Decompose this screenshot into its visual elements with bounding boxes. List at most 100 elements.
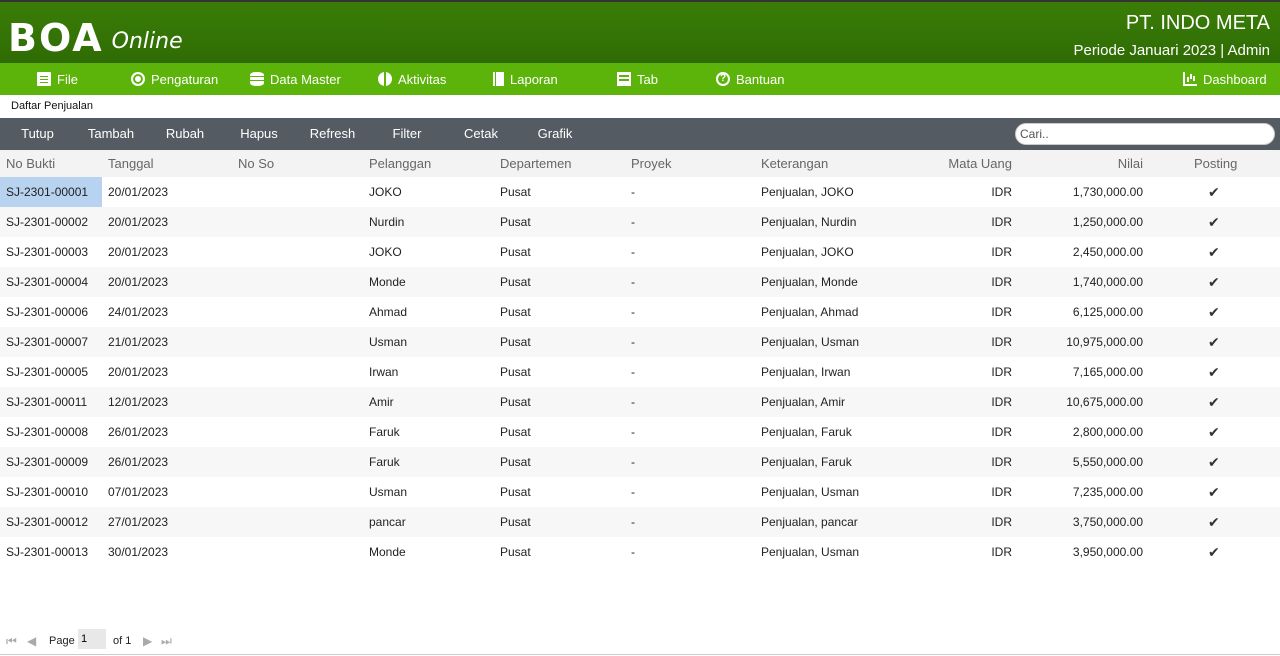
cell-no-bukti: SJ-2301-00008 xyxy=(6,425,89,439)
col-keterangan[interactable]: Keterangan xyxy=(761,150,828,177)
col-pelanggan[interactable]: Pelanggan xyxy=(369,150,431,177)
cell-nilai: 2,450,000.00 xyxy=(1072,245,1143,259)
cell-tanggal: 26/01/2023 xyxy=(108,455,169,469)
col-no-so[interactable]: No So xyxy=(238,150,274,177)
main-menu: File Pengaturan Data Master Aktivitas La… xyxy=(0,63,1280,95)
cell-no-bukti: SJ-2301-00012 xyxy=(6,515,89,529)
sales-table: No Bukti Tanggal No So Pelanggan Departe… xyxy=(0,150,1280,567)
table-row[interactable]: SJ-2301-00009 26/01/2023 Faruk Pusat - Penjua… xyxy=(0,447,1280,477)
menu-data-master[interactable]: Data Master xyxy=(250,63,341,95)
cell-no-bukti: SJ-2301-00003 xyxy=(6,245,89,259)
toolbar: Tutup Tambah Rubah Hapus Refresh Filter … xyxy=(0,118,1280,150)
cell-mata-uang: IDR xyxy=(991,395,1012,409)
table-row[interactable]: SJ-2301-00013 30/01/2023 Monde Pusat - Penjua… xyxy=(0,537,1280,567)
gear-icon xyxy=(131,72,145,86)
menu-label: Dashboard xyxy=(1203,71,1267,87)
cell-tanggal: 21/01/2023 xyxy=(108,335,169,349)
table-row[interactable]: SJ-2301-00004 20/01/2023 Monde Pusat - Penjua… xyxy=(0,267,1280,297)
logo-subtitle: Online xyxy=(111,29,183,54)
cell-proyek: - xyxy=(631,425,635,439)
col-proyek[interactable]: Proyek xyxy=(631,150,671,177)
col-nilai[interactable]: Nilai xyxy=(1030,150,1143,177)
cell-nilai: 5,550,000.00 xyxy=(1072,455,1143,469)
refresh-button[interactable]: Refresh xyxy=(305,118,360,150)
book-icon xyxy=(493,72,504,86)
cell-pelanggan: JOKO xyxy=(369,245,402,259)
cell-nilai: 10,975,000.00 xyxy=(1066,335,1143,349)
cell-keterangan: Penjualan, Usman xyxy=(761,485,860,499)
globe-icon xyxy=(378,72,392,86)
page-number-input[interactable] xyxy=(78,629,106,649)
menu-label: Bantuan xyxy=(736,71,785,87)
posted-check-icon: ✔ xyxy=(1208,454,1220,470)
rubah-button[interactable]: Rubah xyxy=(160,118,210,150)
posted-check-icon: ✔ xyxy=(1208,304,1220,320)
cell-keterangan: Penjualan, JOKO xyxy=(761,245,854,259)
table-row[interactable]: SJ-2301-00002 20/01/2023 Nurdin Pusat - Penju… xyxy=(0,207,1280,237)
table-row[interactable]: SJ-2301-00006 24/01/2023 Ahmad Pusat - Penjua… xyxy=(0,297,1280,327)
menu-label: Aktivitas xyxy=(398,71,447,87)
cell-nilai: 7,235,000.00 xyxy=(1072,485,1143,499)
table-row[interactable]: SJ-2301-00011 12/01/2023 Amir Pusat - Penjual… xyxy=(0,387,1280,417)
col-tanggal[interactable]: Tanggal xyxy=(108,150,154,177)
cell-no-bukti: SJ-2301-00010 xyxy=(6,485,89,499)
col-departemen[interactable]: Departemen xyxy=(500,150,572,177)
posted-check-icon: ✔ xyxy=(1208,424,1220,440)
posted-check-icon: ✔ xyxy=(1208,544,1220,560)
col-posting[interactable]: Posting xyxy=(1194,150,1237,177)
cell-proyek: - xyxy=(631,245,635,259)
cell-keterangan: Penjualan, Usman xyxy=(761,545,860,559)
table-row[interactable]: SJ-2301-00003 20/01/2023 JOKO Pusat - Penjual… xyxy=(0,237,1280,267)
app-header: BOA Online PT. INDO META Periode Januari… xyxy=(0,0,1280,63)
menu-laporan[interactable]: Laporan xyxy=(493,63,558,95)
grafik-button[interactable]: Grafik xyxy=(531,118,579,150)
menu-aktivitas[interactable]: Aktivitas xyxy=(378,63,446,95)
table-row[interactable]: SJ-2301-00007 21/01/2023 Usman Pusat - Penjua… xyxy=(0,327,1280,357)
cell-departemen: Pusat xyxy=(500,335,531,349)
cell-proyek: - xyxy=(631,185,635,199)
posted-check-icon: ✔ xyxy=(1208,214,1220,230)
last-page-icon[interactable]: ⏭ xyxy=(161,632,172,650)
table-row[interactable]: SJ-2301-00010 07/01/2023 Usman Pusat - Penjua… xyxy=(0,477,1280,507)
cell-departemen: Pusat xyxy=(500,455,531,469)
prev-page-icon[interactable]: ◀ xyxy=(27,632,36,650)
posted-check-icon: ✔ xyxy=(1208,184,1220,200)
cell-proyek: - xyxy=(631,515,635,529)
col-no-bukti[interactable]: No Bukti xyxy=(6,150,55,177)
cetak-button[interactable]: Cetak xyxy=(458,118,504,150)
cell-nilai: 6,125,000.00 xyxy=(1072,305,1143,319)
hapus-button[interactable]: Hapus xyxy=(233,118,285,150)
table-row[interactable]: SJ-2301-00008 26/01/2023 Faruk Pusat - Penjua… xyxy=(0,417,1280,447)
menu-file[interactable]: File xyxy=(37,63,78,95)
cell-no-bukti: SJ-2301-00004 xyxy=(6,275,89,289)
table-row[interactable]: SJ-2301-00001 20/01/2023 JOKO Pusat - Penjual… xyxy=(0,177,1280,207)
filter-button[interactable]: Filter xyxy=(384,118,430,150)
cell-departemen: Pusat xyxy=(500,425,531,439)
menu-pengaturan[interactable]: Pengaturan xyxy=(131,63,218,95)
cell-pelanggan: Ahmad xyxy=(369,305,408,319)
cell-no-bukti: SJ-2301-00013 xyxy=(6,545,89,559)
logo: BOA Online xyxy=(8,10,183,60)
menu-bantuan[interactable]: ? Bantuan xyxy=(716,63,784,95)
table-row[interactable]: SJ-2301-00012 27/01/2023 pancar Pusat - Penju… xyxy=(0,507,1280,537)
cell-proyek: - xyxy=(631,545,635,559)
cell-tanggal: 20/01/2023 xyxy=(108,365,169,379)
cell-nilai: 1,740,000.00 xyxy=(1072,275,1143,289)
table-row[interactable]: SJ-2301-00005 20/01/2023 Irwan Pusat - Penjua… xyxy=(0,357,1280,387)
first-page-icon[interactable]: ⏮ xyxy=(6,632,17,650)
cell-keterangan: Penjualan, Nurdin xyxy=(761,215,857,229)
cell-tanggal: 30/01/2023 xyxy=(108,545,169,559)
cell-pelanggan: Nurdin xyxy=(369,215,405,229)
menu-tab[interactable]: Tab xyxy=(617,63,658,95)
cell-mata-uang: IDR xyxy=(991,515,1012,529)
cell-tanggal: 20/01/2023 xyxy=(108,215,169,229)
cell-proyek: - xyxy=(631,215,635,229)
page-count: of 1 xyxy=(113,635,132,647)
menu-dashboard[interactable]: Dashboard xyxy=(1183,63,1267,95)
cell-mata-uang: IDR xyxy=(991,425,1012,439)
tambah-button[interactable]: Tambah xyxy=(82,118,140,150)
tutup-button[interactable]: Tutup xyxy=(10,118,65,150)
search-input[interactable] xyxy=(1015,123,1275,145)
next-page-icon[interactable]: ▶ xyxy=(143,632,152,650)
col-mata-uang[interactable]: Mata Uang xyxy=(900,150,1012,177)
